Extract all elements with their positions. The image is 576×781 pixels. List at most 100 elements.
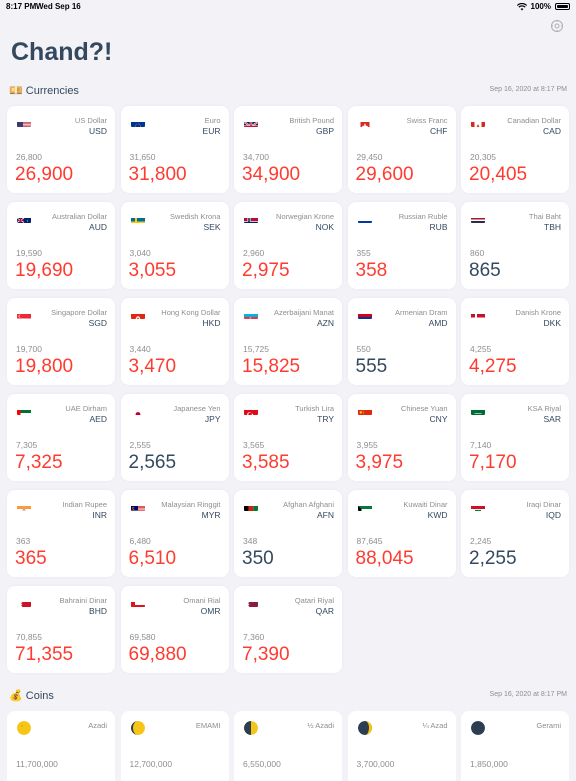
current-price: 20,405	[469, 164, 528, 185]
previous-price: 363	[16, 536, 31, 546]
currency-card-omr[interactable]: Omani Rial OMR 69,580 69,880	[120, 586, 229, 673]
previous-price: 4,255	[470, 344, 492, 354]
currency-card-bhd[interactable]: Bahraini Dinar BHD 70,855 71,355	[7, 586, 115, 673]
current-price: 350	[242, 548, 274, 569]
coin-name: ¼ Azad	[422, 721, 448, 730]
currency-card-jpy[interactable]: Japanese Yen JPY 2,555 2,565	[120, 394, 229, 481]
currency-code: HKD	[202, 318, 221, 328]
flag-ae-icon	[17, 406, 31, 415]
previous-price: 3,040	[129, 248, 151, 258]
currency-name: UAE Dirham	[65, 404, 107, 413]
currency-code: USD	[89, 126, 107, 136]
previous-price: 34,700	[243, 152, 269, 162]
battery-percent: 100%	[530, 2, 551, 11]
coin-card-3[interactable]: ½ Azadi 6,550,000	[234, 711, 342, 781]
coin-card-2[interactable]: EMAMI 12,700,000	[120, 711, 229, 781]
currency-code: KWD	[427, 510, 448, 520]
currency-card-sar[interactable]: KSA Riyal SAR 7,140 7,170	[461, 394, 569, 481]
currency-card-sek[interactable]: Swedish Krona SEK 3,040 3,055	[120, 202, 229, 289]
currency-code: AZN	[317, 318, 334, 328]
currency-card-azn[interactable]: Azerbaijani Manat AZN 15,725 15,825	[234, 298, 342, 385]
flag-kw-icon	[357, 502, 372, 511]
flag-us-icon	[17, 118, 31, 127]
currency-name: Euro	[204, 116, 221, 125]
previous-price: 3,955	[356, 440, 378, 450]
currency-card-dkk[interactable]: Danish Krone DKK 4,255 4,275	[461, 298, 569, 385]
flag-dk-icon	[471, 310, 485, 319]
currency-code: CNY	[429, 414, 448, 424]
previous-price: 3,440	[129, 344, 151, 354]
current-price: 69,880	[128, 644, 187, 665]
currency-code: DKK	[543, 318, 561, 328]
currency-card-cny[interactable]: Chinese Yuan CNY 3,955 3,975	[347, 394, 456, 481]
previous-price: 348	[243, 536, 258, 546]
gibbous-moon-icon	[130, 721, 145, 735]
currency-card-rub[interactable]: Russian Ruble RUB 355 358	[347, 202, 456, 289]
coin-card-5[interactable]: Gerami 1,850,000	[461, 711, 569, 781]
currency-name: Turkish Lira	[295, 404, 334, 413]
current-price: 4,275	[469, 356, 517, 377]
current-price: 3,975	[355, 452, 404, 473]
current-price: 555	[355, 356, 388, 377]
flag-om-icon	[130, 598, 145, 607]
previous-price: 2,245	[470, 536, 492, 546]
currency-card-iqd[interactable]: Iraqi Dinar IQD 2,245 2,255	[461, 490, 569, 577]
current-price: 15,825	[242, 356, 301, 377]
currency-card-afn[interactable]: Afghan Afghani AFN 348 350	[234, 490, 342, 577]
app-title: Chand?!	[11, 38, 113, 66]
previous-price: 87,645	[356, 536, 383, 546]
currency-code: AMD	[428, 318, 448, 328]
currency-code: MYR	[201, 510, 221, 520]
currency-grid: US Dollar USD 26,800 26,900 Euro EUR 31,650 31,…	[7, 106, 570, 673]
current-price: 71,355	[15, 644, 74, 665]
previous-price: 69,580	[129, 632, 156, 642]
currency-card-try[interactable]: Turkish Lira TRY 3,565 3,585	[234, 394, 342, 481]
previous-price: 70,855	[16, 632, 42, 642]
current-price: 2,565	[128, 452, 177, 473]
coin-name: Azadi	[88, 721, 107, 730]
flag-ch-icon	[358, 118, 372, 127]
flag-bh-icon	[17, 598, 31, 607]
gear-icon[interactable]	[550, 19, 564, 33]
flag-th-icon	[471, 214, 485, 223]
current-price: 88,045	[355, 548, 414, 569]
currency-card-qar[interactable]: Qatari Riyal QAR 7,360 7,390	[234, 586, 342, 673]
currency-name: Chinese Yuan	[400, 404, 448, 413]
currency-card-sgd[interactable]: Singapore Dollar SGD 19,700 19,800	[7, 298, 115, 385]
currency-card-usd[interactable]: US Dollar USD 26,800 26,900	[7, 106, 115, 193]
current-price: 3,470	[128, 356, 177, 377]
currency-card-tbh[interactable]: Thai Baht TBH 860 865	[461, 202, 569, 289]
currency-code: INR	[92, 510, 107, 520]
currency-name: Swedish Krona	[170, 212, 221, 221]
previous-price: 20,305	[470, 152, 496, 162]
previous-price: 7,140	[470, 440, 492, 450]
coin-card-4[interactable]: ¼ Azad 3,700,000	[347, 711, 456, 781]
current-price: 7,390	[242, 644, 290, 665]
flag-se-icon	[130, 214, 145, 223]
currency-name: Afghan Afghani	[283, 500, 334, 509]
currency-card-nok[interactable]: Norwegian Krone NOK 2,960 2,975	[234, 202, 342, 289]
currency-name: Japanese Yen	[173, 404, 221, 413]
currency-card-chf[interactable]: Swiss Franc CHF 29,450 29,600	[347, 106, 456, 193]
currency-card-inr[interactable]: Indian Rupee INR 363 365	[7, 490, 115, 577]
coins-label: 💰 Coins	[9, 690, 54, 702]
currency-code: TBH	[544, 222, 561, 232]
currency-name: Hong Kong Dollar	[161, 308, 221, 317]
current-price: 358	[355, 260, 388, 281]
currency-name: Indian Rupee	[62, 500, 107, 509]
currency-card-hkd[interactable]: Hong Kong Dollar HKD 3,440 3,470	[120, 298, 229, 385]
coin-card-1[interactable]: Azadi 11,700,000	[7, 711, 115, 781]
current-price: 3,585	[242, 452, 290, 473]
currency-card-gbp[interactable]: British Pound GBP 34,700 34,900	[234, 106, 342, 193]
currency-card-myr[interactable]: Malaysian Ringgit MYR 6,480 6,510	[120, 490, 229, 577]
currency-card-amd[interactable]: Armenian Dram AMD 550 555	[347, 298, 456, 385]
battery-icon	[555, 3, 570, 10]
currency-card-eur[interactable]: Euro EUR 31,650 31,800	[120, 106, 229, 193]
currency-card-kwd[interactable]: Kuwaiti Dinar KWD 87,645 88,045	[347, 490, 456, 577]
currency-card-aud[interactable]: Australian Dollar AUD 19,590 19,690	[7, 202, 115, 289]
currency-card-aed[interactable]: UAE Dirham AED 7,305 7,325	[7, 394, 115, 481]
currency-name: Swiss Franc	[406, 116, 448, 125]
flag-jp-icon	[130, 406, 145, 415]
currency-card-cad[interactable]: Canadian Dollar CAD 20,305 20,405	[461, 106, 569, 193]
coin-name: ½ Azadi	[307, 721, 334, 730]
